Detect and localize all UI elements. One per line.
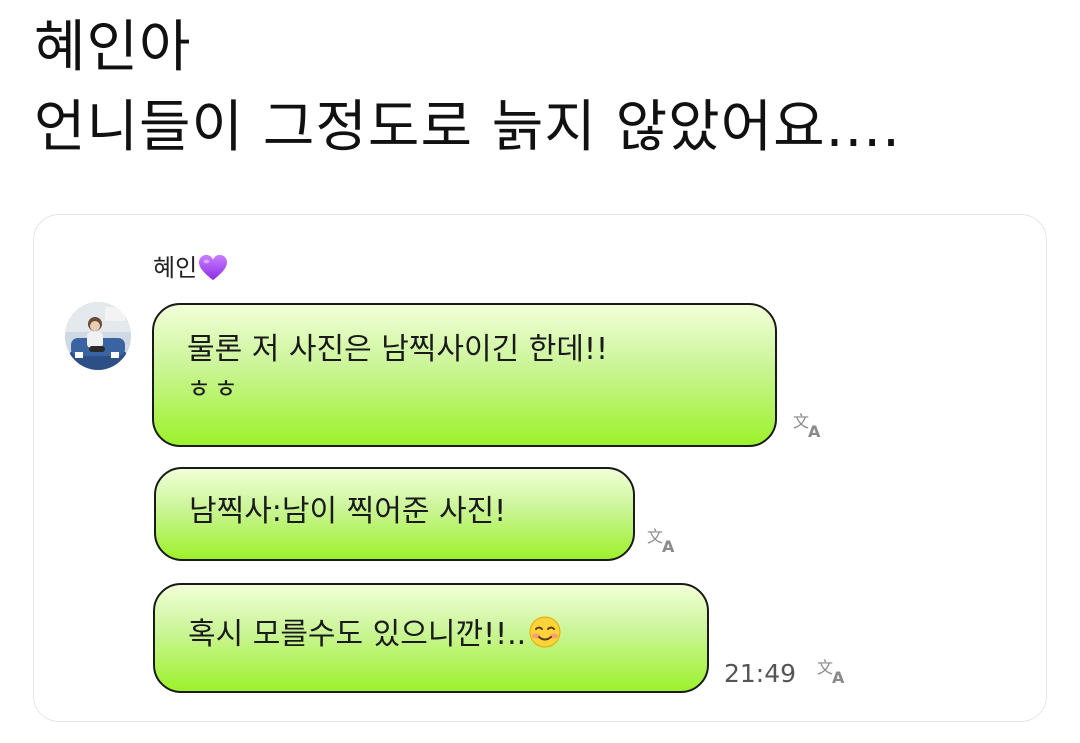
message-3-text: 혹시 모를수도 있으니깐!!.. [188,617,527,652]
svg-text:文: 文 [793,412,809,431]
svg-text:文: 文 [647,527,663,546]
translate-icon[interactable]: 文 A [646,525,682,555]
message-bubble-3[interactable]: 혹시 모를수도 있으니깐!!.. [153,583,709,693]
svg-text:A: A [808,422,821,440]
avatar[interactable] [65,302,131,370]
translate-icon[interactable]: 文 A [792,410,828,440]
avatar-photo [65,302,131,370]
message-1-text-line2: ㅎㅎ [187,375,241,405]
message-bubble-2[interactable]: 남찍사:남이 찍어준 사진! [154,467,635,561]
translate-icon[interactable]: 文 A [816,656,852,686]
sender-name: 혜인 [153,254,198,282]
message-bubble-1[interactable]: 물론 저 사진은 남찍사이긴 한데!! ㅎㅎ [152,303,777,447]
chat-screenshot-card[interactable]: 혜인 물론 저 사진은 남찍사이긴 한데!! ㅎㅎ 文 A 남찍사:남이 찍어준… [33,214,1047,722]
svg-text:文: 文 [817,658,833,677]
post-line-2: 언니들이 그정도로 늙지 않았어요.... [34,95,901,160]
message-2-text: 남찍사:남이 찍어준 사진! [189,494,507,529]
smiling-face-icon [529,616,561,648]
post-line-1: 혜인아 [34,15,192,80]
purple-heart-icon [199,254,228,281]
post-text: 혜인아 언니들이 그정도로 늙지 않았어요.... [34,8,1054,168]
svg-text:A: A [832,668,845,686]
message-1-text: 물론 저 사진은 남찍사이긴 한데!! [187,332,608,367]
message-timestamp: 21:49 [724,659,797,688]
sender-label: 혜인 [153,253,228,283]
svg-text:A: A [662,537,675,555]
